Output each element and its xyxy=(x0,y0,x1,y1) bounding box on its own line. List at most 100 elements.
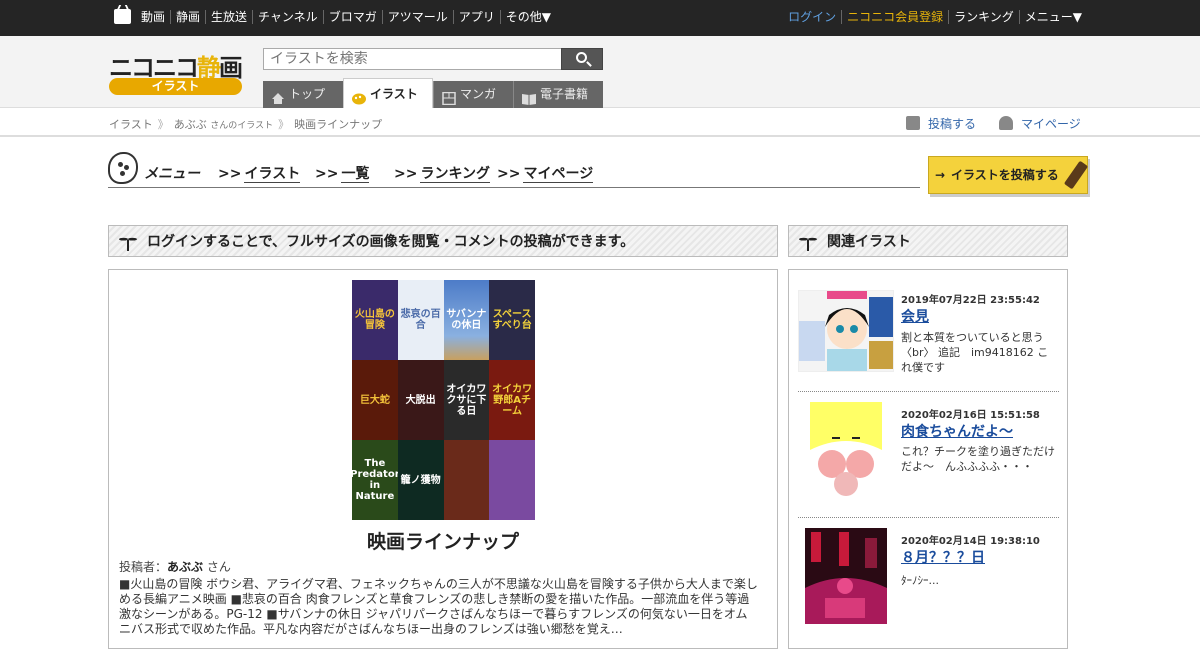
related-title[interactable]: 肉食ちゃんだよ〜 xyxy=(901,421,1013,441)
related-illust-panel: 2019年07月22日 23:55:42 会見 割と本質をついていると思う〈br… xyxy=(788,269,1068,649)
related-date: 2020年02月14日 19:38:10 xyxy=(901,536,1040,547)
menu-item-illust[interactable]: >> イラスト xyxy=(218,163,301,183)
related-item[interactable]: 2020年02月16日 15:51:58 肉食ちゃんだよ〜 これ？チークを塗り過… xyxy=(798,392,1059,518)
search-button[interactable] xyxy=(561,48,603,70)
service-nav: 動画 静画 生放送 チャンネル ブロマガ アツマール アプリ その他▼ xyxy=(136,10,556,24)
site-header: ニコニコ静画 イラスト トップ イラスト マンガ 電子書籍 xyxy=(0,36,1200,108)
illust-menu: メニュー >> イラスト >> 一覧 >> ランキング >> マイページ xyxy=(108,152,920,188)
nav-live[interactable]: 生放送 xyxy=(205,10,252,24)
search-input[interactable] xyxy=(263,48,562,70)
related-desc: ﾀｰﾉｼｰ... xyxy=(901,574,939,587)
register-link[interactable]: ニコニコ会員登録 xyxy=(841,10,948,24)
menu-item-label: ランキング xyxy=(420,166,491,183)
user-icon xyxy=(999,116,1013,130)
niconico-tv-icon[interactable] xyxy=(114,9,131,24)
breadcrumb-illust[interactable]: イラスト xyxy=(109,118,153,131)
logo-sub-label: イラスト xyxy=(109,78,242,95)
nav-channel[interactable]: チャンネル xyxy=(252,10,323,24)
manga-icon xyxy=(442,88,456,106)
nav-app[interactable]: アプリ xyxy=(452,10,500,24)
illust-detail-panel: 火山島の冒険 悲哀の百合 サバンナの休日 スペースすべり台 巨大蛇 大脱出 オイ… xyxy=(108,269,778,649)
poster-tile: The Predator in Nature xyxy=(352,440,398,520)
poster-label: 投稿者： xyxy=(119,560,168,574)
nav-atsumaru[interactable]: アツマール xyxy=(381,10,453,24)
breadcrumb-current: 映画ラインナップ xyxy=(294,118,383,131)
nav-other-dropdown[interactable]: その他▼ xyxy=(499,10,556,24)
poster-tile-label: The Predator in Nature xyxy=(352,458,398,502)
related-item[interactable]: 2020年02月14日 19:38:10 ８月？？？日 ﾀｰﾉｼｰ... xyxy=(798,518,1059,638)
global-nav-bar: 動画 静画 生放送 チャンネル ブロマガ アツマール アプリ その他▼ ログイン ニコニコ会員登… xyxy=(0,0,1200,36)
breadcrumb-bar: イラスト》あぶぶ さんのイラスト》映画ラインナップ 投稿する マイページ xyxy=(0,109,1200,137)
menu-item-label: 一覧 xyxy=(341,166,370,183)
ranking-link[interactable]: ランキング xyxy=(948,10,1019,24)
related-thumb[interactable] xyxy=(810,402,882,498)
illust-description: ■火山島の冒険 ボウシ君、アライグマ君、フェネックちゃんの三人が不思議な火山島を… xyxy=(119,577,758,636)
sprout-icon xyxy=(119,235,137,251)
breadcrumb-separator: 》 xyxy=(278,118,290,131)
poster-tile: オイカワ野郎Aチーム xyxy=(489,360,535,440)
related-date: 2019年07月22日 23:55:42 xyxy=(901,295,1040,306)
related-thumb[interactable] xyxy=(805,528,887,624)
post-illust-button-label: イラストを投稿する xyxy=(951,168,1059,182)
breadcrumb: イラスト》あぶぶ さんのイラスト》映画ラインナップ xyxy=(109,116,382,132)
menu-arrow: >> xyxy=(218,166,242,182)
login-notice-text: ログインすることで、フルサイズの画像を閲覧・コメントの投稿ができます。 xyxy=(147,234,635,250)
poster-tile-label: 籠ノ獲物 xyxy=(400,474,441,486)
breadcrumb-separator: 》 xyxy=(157,118,169,131)
poster-tile-label: 大脱出 xyxy=(405,394,436,406)
menu-item-mypage[interactable]: >> マイページ xyxy=(497,163,594,183)
tab-illust-label: イラスト xyxy=(370,87,418,101)
nav-video[interactable]: 動画 xyxy=(136,10,170,24)
related-header: 関連イラスト xyxy=(788,225,1068,257)
related-date: 2020年02月16日 15:51:58 xyxy=(901,410,1040,421)
login-notice-header: ログインすることで、フルサイズの画像を閲覧・コメントの投稿ができます。 xyxy=(108,225,778,257)
menu-label: メニュー xyxy=(144,166,200,182)
related-item[interactable]: 2019年07月22日 23:55:42 会見 割と本質をついていると思う〈br… xyxy=(798,280,1059,392)
menu-arrow: >> xyxy=(394,166,418,182)
login-link[interactable]: ログイン xyxy=(783,10,841,24)
breadcrumb-user-suffix: さんのイラスト xyxy=(210,121,274,131)
mypage-link[interactable]: マイページ xyxy=(999,115,1081,132)
poster-info: 投稿者：あぶぶ さん xyxy=(119,558,231,575)
post-link[interactable]: 投稿する xyxy=(906,115,976,132)
poster-tile-label: 巨大蛇 xyxy=(359,394,390,406)
tab-top-label: トップ xyxy=(289,87,326,101)
seiga-logo[interactable]: ニコニコ静画 イラスト xyxy=(109,48,243,96)
menu-dropdown[interactable]: メニュー▼ xyxy=(1018,10,1087,24)
post-illust-button[interactable]: イラストを投稿する xyxy=(928,156,1089,194)
poster-tile: オイカワクサに下る日 xyxy=(443,360,490,440)
tab-manga[interactable]: マンガ xyxy=(433,81,513,108)
poster-tile: 悲哀の百合 xyxy=(397,280,444,360)
illust-image[interactable]: 火山島の冒険 悲哀の百合 サバンナの休日 スペースすべり台 巨大蛇 大脱出 オイ… xyxy=(352,280,535,520)
tab-ebook-label: 電子書籍 xyxy=(540,87,589,101)
breadcrumb-user[interactable]: あぶぶ さんのイラスト xyxy=(174,118,273,131)
poster-tile-label: 火山島の冒険 xyxy=(354,309,395,331)
illust-icon xyxy=(352,86,366,105)
nav-blomaga[interactable]: ブロマガ xyxy=(322,10,382,24)
poster-tile: サバンナの休日 xyxy=(443,280,490,360)
menu-item-list[interactable]: >> 一覧 xyxy=(315,163,370,183)
poster-tile xyxy=(489,440,535,520)
breadcrumb-user-name: あぶぶ xyxy=(173,118,207,131)
book-icon xyxy=(522,88,536,105)
menu-item-label: マイページ xyxy=(523,166,594,183)
menu-item-ranking[interactable]: >> ランキング xyxy=(394,163,491,183)
sprout-icon xyxy=(799,235,817,251)
poster-tile-label: 悲哀の百合 xyxy=(400,309,441,331)
related-title[interactable]: ８月？？？日 xyxy=(901,547,985,567)
palette-icon xyxy=(108,152,138,184)
account-nav: ログイン ニコニコ会員登録 ランキング メニュー▼ xyxy=(783,10,1087,24)
related-title[interactable]: 会見 xyxy=(901,306,929,326)
tab-ebook[interactable]: 電子書籍 xyxy=(513,81,603,108)
illust-title: 映画ラインナップ xyxy=(366,531,519,553)
poster-tile: 籠ノ獲物 xyxy=(397,440,444,520)
related-thumb[interactable] xyxy=(798,290,894,372)
menu-arrow: >> xyxy=(497,166,521,182)
poster-tile-label: サバンナの休日 xyxy=(446,309,487,331)
tab-illust[interactable]: イラスト xyxy=(343,78,433,108)
tab-top[interactable]: トップ xyxy=(263,81,343,108)
poster-name[interactable]: あぶぶ xyxy=(167,560,203,574)
upload-icon xyxy=(906,116,920,130)
nav-seiga[interactable]: 静画 xyxy=(170,10,205,24)
post-link-label: 投稿する xyxy=(928,117,977,131)
